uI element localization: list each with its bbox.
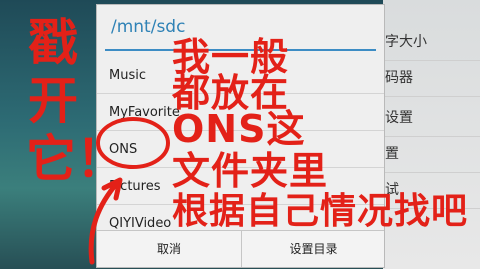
bg-item-settings: 设置 bbox=[383, 100, 480, 137]
annotation-line-5: 根据自己情况找吧 bbox=[172, 191, 469, 232]
cancel-button[interactable]: 取消 bbox=[97, 231, 242, 267]
annotation-side-text: 戳开它！ bbox=[26, 14, 126, 188]
bg-item-label: 置 bbox=[385, 146, 399, 162]
bg-item-decoder: 码器 bbox=[383, 60, 480, 97]
folder-name: MyFavorite bbox=[109, 105, 180, 120]
bg-item-label: 字大小 bbox=[385, 34, 427, 50]
dialog-footer: 取消 设置目录 bbox=[97, 230, 384, 267]
set-directory-button[interactable]: 设置目录 bbox=[242, 231, 385, 267]
bg-item-label: 码器 bbox=[385, 70, 413, 86]
folder-name: QIYIVideo bbox=[109, 216, 172, 231]
folder-name: Music bbox=[109, 68, 146, 83]
bg-item-font-size: 字大小 bbox=[383, 24, 480, 61]
bg-item-label: 设置 bbox=[385, 110, 413, 126]
bg-item-config: 置 bbox=[383, 136, 480, 173]
